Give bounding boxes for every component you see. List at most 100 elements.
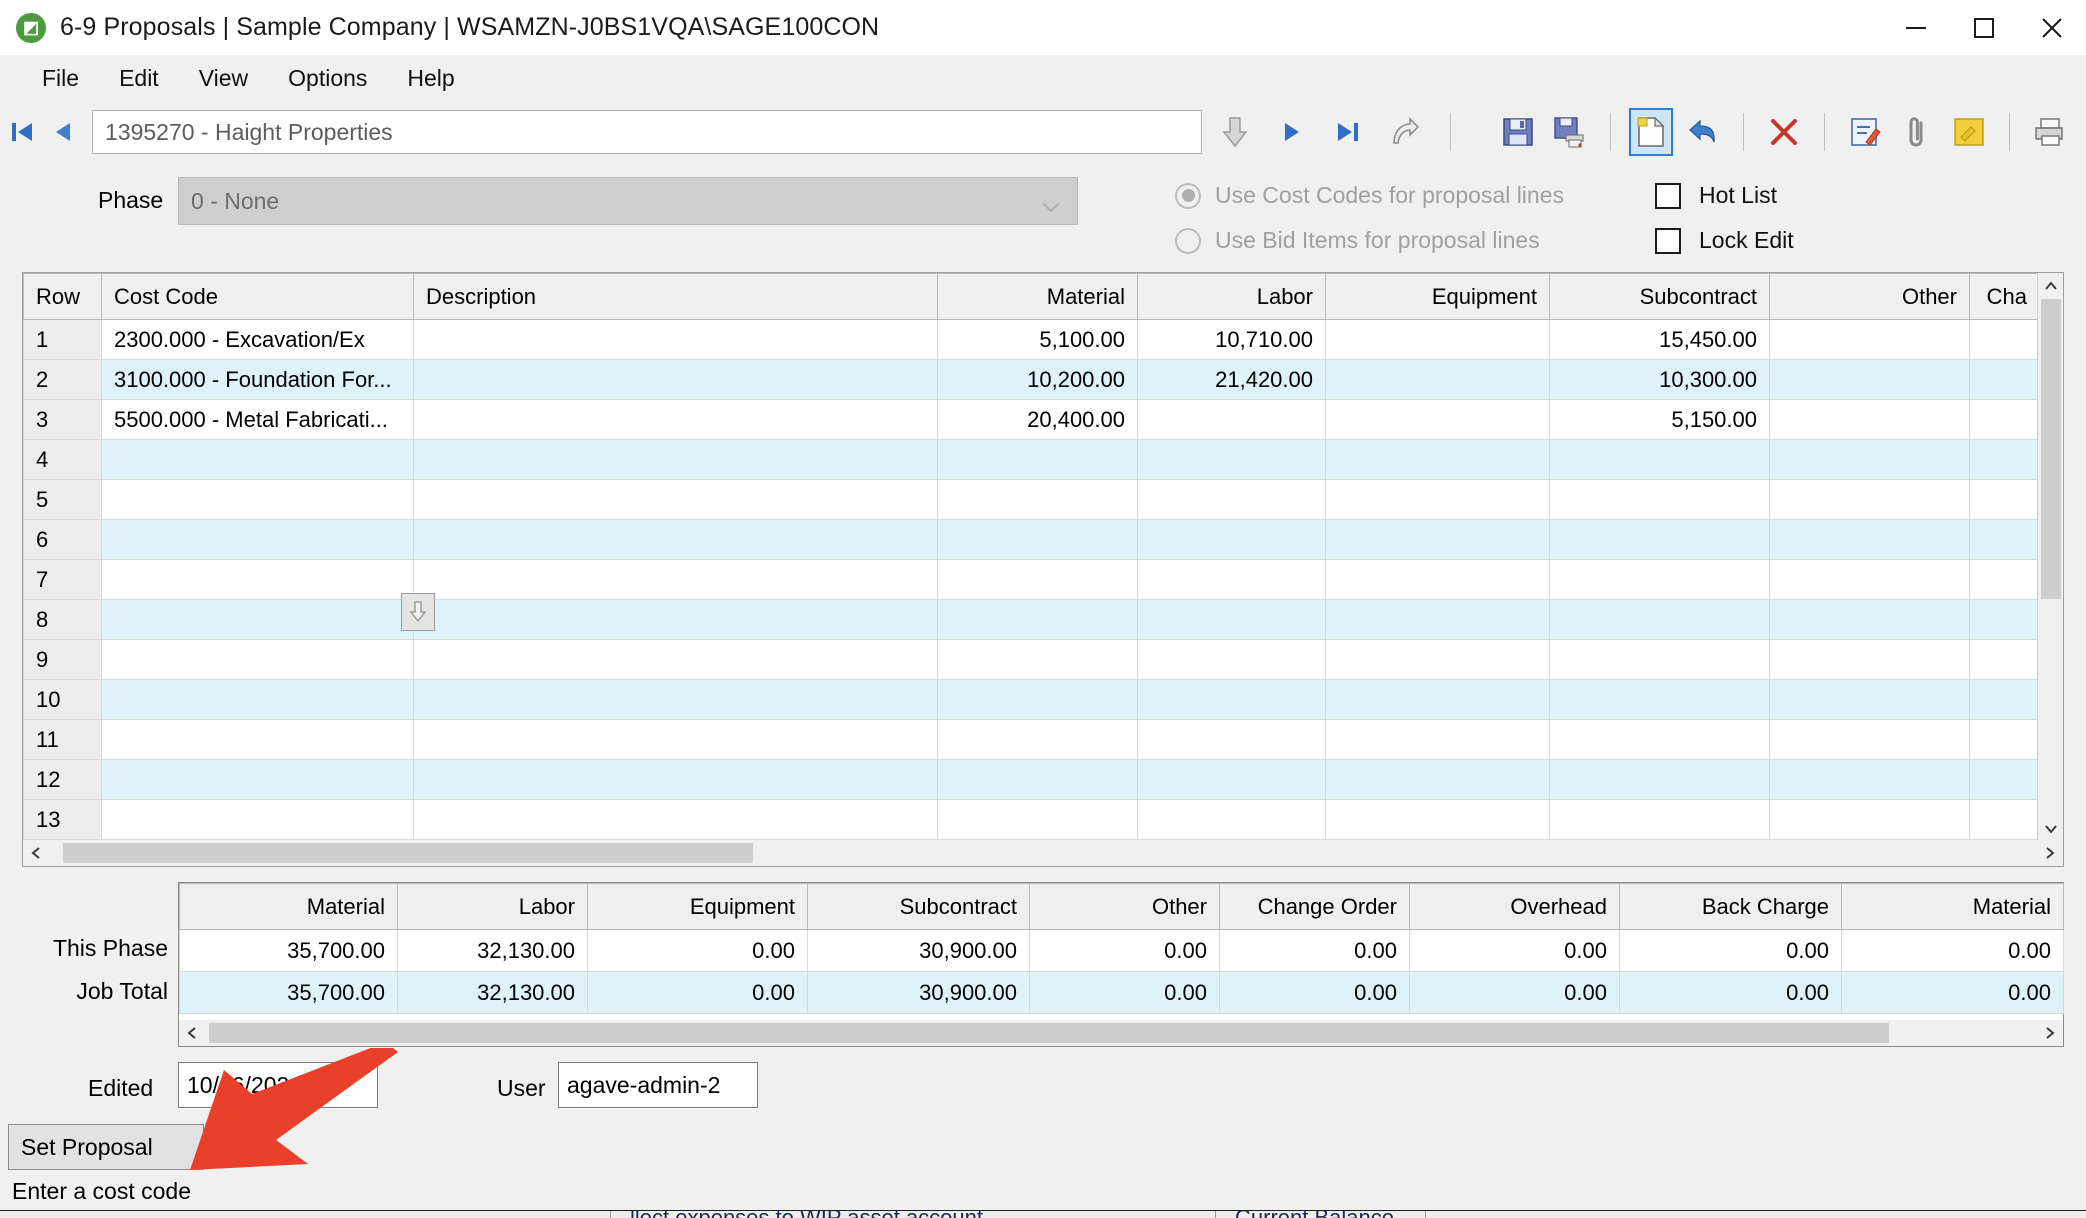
print-icon[interactable] [2028, 108, 2072, 156]
cell-row-number[interactable]: 10 [23, 679, 102, 720]
cell-change[interactable] [1969, 559, 2040, 600]
cell-cost-code[interactable] [101, 519, 414, 560]
cell-equipment[interactable] [1325, 679, 1550, 720]
cell-change[interactable] [1969, 359, 2040, 400]
save-print-icon[interactable] [1548, 108, 1592, 156]
cell-material[interactable] [937, 599, 1138, 640]
cell-labor[interactable] [1137, 519, 1326, 560]
table-row[interactable]: 12 [23, 759, 2040, 800]
cell-other[interactable] [1769, 319, 1970, 360]
cell-row-number[interactable]: 1 [23, 319, 102, 360]
table-row[interactable]: 13 [23, 799, 2040, 840]
cell-cost-code[interactable]: 2300.000 - Excavation/Ex [101, 319, 414, 360]
cell-material[interactable]: 5,100.00 [937, 319, 1138, 360]
cell-labor[interactable] [1137, 599, 1326, 640]
cell-change[interactable] [1969, 719, 2040, 760]
scroll-right-icon[interactable] [2037, 845, 2063, 861]
maximize-button[interactable] [1950, 0, 2018, 55]
cell-other[interactable] [1769, 439, 1970, 480]
cell-labor[interactable] [1137, 799, 1326, 840]
cell-cost-code[interactable] [101, 719, 414, 760]
cell-other[interactable] [1769, 519, 1970, 560]
cell-material[interactable]: 10,200.00 [937, 359, 1138, 400]
cell-cost-code[interactable] [101, 599, 414, 640]
totals-col-7[interactable]: Back Charge [1619, 883, 1842, 930]
cell-labor[interactable] [1137, 719, 1326, 760]
cell-description[interactable] [413, 559, 938, 600]
cell-description[interactable] [413, 799, 938, 840]
cell-description[interactable] [413, 759, 938, 800]
cell-row-number[interactable]: 3 [23, 399, 102, 440]
table-row[interactable]: 5 [23, 479, 2040, 520]
cell-row-number[interactable]: 9 [23, 639, 102, 680]
scroll-up-icon[interactable] [2038, 273, 2063, 299]
table-row[interactable]: 9 [23, 639, 2040, 680]
cell-description[interactable] [413, 639, 938, 680]
cell-subcontract[interactable] [1549, 559, 1770, 600]
cell-material[interactable] [937, 679, 1138, 720]
lookup-dropdown-icon[interactable] [1216, 110, 1254, 154]
cell-cost-code[interactable] [101, 759, 414, 800]
cell-subcontract[interactable] [1549, 719, 1770, 760]
cell-cost-code[interactable] [101, 639, 414, 680]
cell-equipment[interactable] [1325, 479, 1550, 520]
totals-col-6[interactable]: Overhead [1409, 883, 1620, 930]
radio-use-bid-items[interactable]: Use Bid Items for proposal lines [1175, 218, 1564, 263]
cell-equipment[interactable] [1325, 519, 1550, 560]
grid-col-material[interactable]: Material [937, 273, 1138, 320]
cell-labor[interactable]: 10,710.00 [1137, 319, 1326, 360]
cell-change[interactable] [1969, 319, 2040, 360]
grid-col-change[interactable]: Cha [1969, 273, 2040, 320]
cell-equipment[interactable] [1325, 439, 1550, 480]
cell-change[interactable] [1969, 439, 2040, 480]
user-field[interactable]: agave-admin-2 [558, 1062, 758, 1108]
first-record-icon[interactable] [6, 117, 40, 147]
cell-material[interactable] [937, 759, 1138, 800]
grid-col-equipment[interactable]: Equipment [1325, 273, 1550, 320]
totals-hscroll-thumb[interactable] [209, 1023, 1889, 1043]
scroll-left-icon[interactable] [23, 845, 49, 861]
cell-change[interactable] [1969, 479, 2040, 520]
cell-other[interactable] [1769, 479, 1970, 520]
scroll-down-icon[interactable] [2038, 816, 2064, 842]
cell-labor[interactable] [1137, 759, 1326, 800]
totals-panel[interactable]: Material Labor Equipment Subcontract Other Ch… [178, 882, 2064, 1047]
totals-col-3[interactable]: Subcontract [807, 883, 1030, 930]
cell-material[interactable]: 20,400.00 [937, 399, 1138, 440]
menu-item-options[interactable]: Options [268, 61, 387, 96]
checkbox-hot-list[interactable]: Hot List [1655, 173, 1794, 218]
totals-horizontal-scrollbar[interactable] [179, 1020, 2063, 1046]
phase-select[interactable]: 0 - None [178, 177, 1078, 225]
grid-hscroll-thumb[interactable] [63, 843, 753, 863]
cell-other[interactable] [1769, 599, 1970, 640]
totals-scroll-right-icon[interactable] [2037, 1020, 2063, 1046]
cell-other[interactable] [1769, 679, 1970, 720]
totals-scroll-left-icon[interactable] [179, 1020, 205, 1046]
undo-icon[interactable] [1681, 108, 1725, 156]
record-selector-field[interactable]: 1395270 - Haight Properties [92, 110, 1202, 154]
cost-code-lookup-icon[interactable] [401, 593, 435, 631]
set-proposal-button[interactable]: Set Proposal [8, 1124, 204, 1170]
cell-equipment[interactable] [1325, 759, 1550, 800]
grid-col-cost-code[interactable]: Cost Code [101, 273, 414, 320]
cell-description[interactable] [413, 399, 938, 440]
cell-cost-code[interactable] [101, 559, 414, 600]
menu-item-file[interactable]: File [22, 61, 99, 96]
note-icon[interactable] [1947, 108, 1991, 156]
cell-subcontract[interactable] [1549, 519, 1770, 560]
totals-col-1[interactable]: Labor [397, 883, 588, 930]
cell-labor[interactable] [1137, 439, 1326, 480]
cell-subcontract[interactable]: 15,450.00 [1549, 319, 1770, 360]
cell-material[interactable] [937, 799, 1138, 840]
menu-item-edit[interactable]: Edit [99, 61, 179, 96]
cell-change[interactable] [1969, 639, 2040, 680]
cell-cost-code[interactable]: 3100.000 - Foundation For... [101, 359, 414, 400]
cell-labor[interactable] [1137, 479, 1326, 520]
table-row[interactable]: 7 [23, 559, 2040, 600]
cell-subcontract[interactable]: 5,150.00 [1549, 399, 1770, 440]
cell-other[interactable] [1769, 759, 1970, 800]
minimize-button[interactable] [1882, 0, 1950, 55]
cell-material[interactable] [937, 719, 1138, 760]
edited-date-field[interactable]: 10/16/2024 [178, 1062, 378, 1108]
menu-item-help[interactable]: Help [387, 61, 474, 96]
